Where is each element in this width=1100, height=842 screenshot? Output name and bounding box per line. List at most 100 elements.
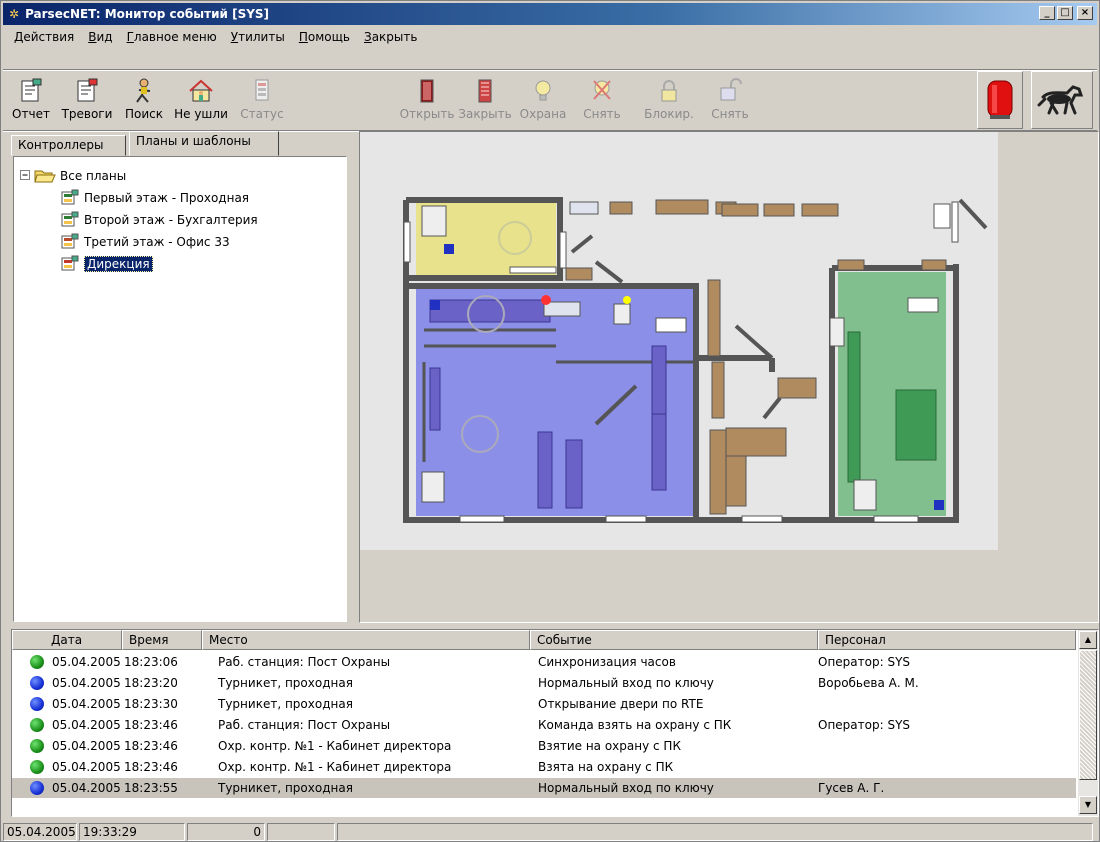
- menu-accelerator: П: [298, 30, 308, 44]
- folder-open-icon: [34, 170, 56, 183]
- menu-label: акрыть: [371, 30, 418, 44]
- menu-accelerator: Г: [126, 30, 134, 44]
- person-search-icon: [136, 78, 151, 103]
- event-time: 18:23:46: [124, 760, 178, 774]
- menu-item-0[interactable]: Действия: [7, 30, 81, 44]
- scroll-down-button[interactable]: ▼: [1079, 796, 1097, 814]
- unblock-button[interactable]: Снять: [707, 75, 753, 129]
- tree-item-label: Дирекция: [84, 256, 153, 272]
- status-indicator-icon: [30, 697, 44, 711]
- arm-label: Охрана: [519, 107, 567, 121]
- menu-accelerator: У: [230, 30, 239, 44]
- event-row[interactable]: 05.04.2005 18:23:55 Турникет, проходная Нор…: [12, 778, 1076, 798]
- close-door-button[interactable]: Закрыть: [455, 75, 515, 129]
- toolbar: Отчет Тревоги Поиск Не ушли Статус Откры…: [3, 73, 1097, 131]
- arm-button[interactable]: Охрана: [515, 75, 571, 129]
- plans-tree-panel: Все планы Первый этаж - Проходная Второй …: [13, 156, 347, 622]
- event-time: 18:23:46: [124, 718, 178, 732]
- status-time: 19:33:29: [79, 823, 185, 841]
- block-button[interactable]: Блокир.: [639, 75, 699, 129]
- event-event: Открывание двери по RTE: [538, 697, 704, 711]
- menu-bar: Действия Вид Главное меню Утилиты Помощь Закр…: [3, 27, 1097, 47]
- not-left-button[interactable]: Не ушли: [173, 75, 229, 129]
- tree-item[interactable]: Первый этаж - Проходная: [20, 187, 258, 209]
- door-open-icon: [420, 79, 434, 103]
- events-header: Дата Время Место Событие Персонал: [12, 630, 1076, 650]
- close-button[interactable]: ×: [1077, 6, 1093, 20]
- scroll-up-button[interactable]: ▲: [1079, 631, 1097, 649]
- event-date: 05.04.2005: [52, 655, 121, 669]
- event-row[interactable]: 05.04.2005 18:23:20 Турникет, проходная Нор…: [12, 673, 1076, 693]
- title-bar[interactable]: ✲ ParsecNET: Монитор событий [SYS] _ □ ×: [3, 3, 1097, 25]
- column-header[interactable]: Дата: [12, 630, 122, 650]
- menu-item-4[interactable]: Помощь: [292, 30, 357, 44]
- status-button[interactable]: Статус: [237, 75, 287, 129]
- column-header[interactable]: Место: [202, 630, 530, 650]
- tree-item[interactable]: Второй этаж - Бухгалтерия: [20, 209, 258, 231]
- tab-controllers[interactable]: Контроллеры: [11, 135, 126, 156]
- floor-plan: [360, 132, 998, 550]
- menu-item-3[interactable]: Утилиты: [224, 30, 292, 44]
- menu-label: тилиты: [238, 30, 285, 44]
- event-staff: Оператор: SYS: [818, 718, 911, 732]
- column-header[interactable]: Время: [122, 630, 202, 650]
- menu-item-1[interactable]: Вид: [81, 30, 119, 44]
- event-place: Охр. контр. №1 - Кабинет директора: [218, 760, 452, 774]
- open-door-button[interactable]: Открыть: [399, 75, 455, 129]
- event-row[interactable]: 05.04.2005 18:23:06 Раб. станция: Пост Охр…: [12, 652, 1076, 672]
- plan-icon: [61, 211, 79, 227]
- column-header[interactable]: Персонал: [818, 630, 1076, 650]
- plans-tree: Все планы Первый этаж - Проходная Второй …: [20, 165, 258, 275]
- menu-label: лавное меню: [133, 30, 217, 44]
- search-label: Поиск: [124, 107, 163, 121]
- status-icon: [255, 79, 269, 101]
- disarm-button[interactable]: Снять: [579, 75, 625, 129]
- status-indicator-icon: [30, 718, 44, 732]
- plan-icon: [61, 189, 79, 205]
- tree-item[interactable]: Третий этаж - Офис 33: [20, 231, 258, 253]
- search-button[interactable]: Поиск: [121, 75, 167, 129]
- menu-accelerator: З: [363, 30, 372, 44]
- alarm-lamp-button[interactable]: [977, 71, 1023, 129]
- event-event: Взятие на охрану с ПК: [538, 739, 681, 753]
- column-header[interactable]: Событие: [530, 630, 818, 650]
- status-indicator-icon: [30, 655, 44, 669]
- menu-label: омощь: [307, 30, 350, 44]
- event-row[interactable]: 05.04.2005 18:23:46 Охр. контр. №1 - Кабин…: [12, 757, 1076, 777]
- tree-item-label: Второй этаж - Бухгалтерия: [84, 213, 258, 227]
- event-row[interactable]: 05.04.2005 18:23:46 Охр. контр. №1 - Кабин…: [12, 736, 1076, 756]
- minimize-button[interactable]: _: [1039, 6, 1055, 20]
- bulb-crossed-icon: [593, 80, 611, 100]
- scroll-thumb[interactable]: [1079, 650, 1097, 780]
- horse-button[interactable]: [1031, 71, 1093, 129]
- alarm-beacon-icon: [987, 80, 1013, 119]
- collapse-icon[interactable]: [20, 170, 32, 182]
- event-row[interactable]: 05.04.2005 18:23:30 Турникет, проходная Отк…: [12, 694, 1076, 714]
- event-date: 05.04.2005: [52, 697, 121, 711]
- report-button[interactable]: Отчет: [11, 75, 51, 129]
- panel-splitter[interactable]: [351, 131, 359, 623]
- tree-root-label: Все планы: [60, 169, 127, 183]
- event-staff: Воробьева А. М.: [818, 676, 919, 690]
- events-scrollbar[interactable]: ▲ ▼: [1078, 630, 1098, 816]
- event-event: Синхронизация часов: [538, 655, 676, 669]
- event-date: 05.04.2005: [52, 676, 121, 690]
- status-indicator-icon: [30, 781, 44, 795]
- menu-accelerator: Д: [14, 30, 24, 44]
- maximize-button[interactable]: □: [1057, 6, 1073, 20]
- window-title: ParsecNET: Монитор событий [SYS]: [25, 7, 270, 21]
- tree-item[interactable]: Дирекция: [20, 253, 258, 275]
- status-bar: 05.04.2005 19:33:29 0: [3, 821, 1097, 841]
- tab-plans[interactable]: Планы и шаблоны: [129, 131, 279, 156]
- menu-label: ействия: [23, 30, 75, 44]
- menu-item-2[interactable]: Главное меню: [120, 30, 224, 44]
- menu-item-5[interactable]: Закрыть: [357, 30, 424, 44]
- event-place: Турникет, проходная: [218, 697, 353, 711]
- disarm-label: Снять: [583, 107, 621, 121]
- horse-icon: [1037, 85, 1084, 115]
- lock-icon: [661, 80, 677, 102]
- event-row[interactable]: 05.04.2005 18:23:46 Раб. станция: Пост Охр…: [12, 715, 1076, 735]
- alarms-button[interactable]: Тревоги: [59, 75, 115, 129]
- event-date: 05.04.2005: [52, 718, 121, 732]
- tree-root[interactable]: Все планы: [20, 165, 258, 187]
